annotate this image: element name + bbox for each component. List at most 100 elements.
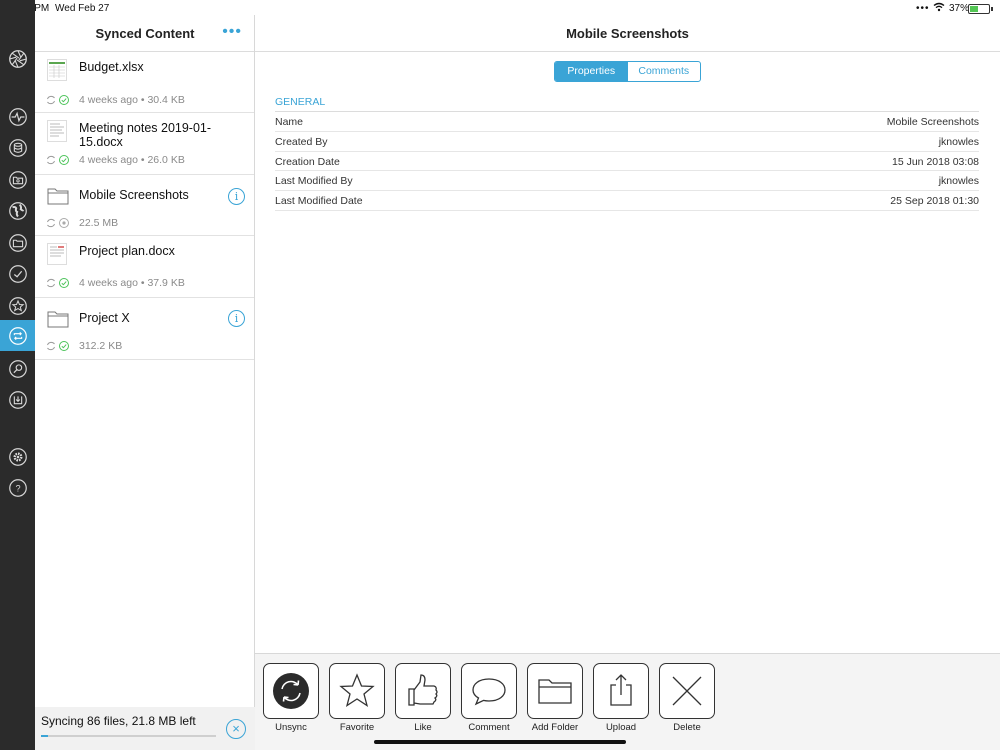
add-folder-label: Add Folder — [531, 722, 579, 733]
item-name: Project plan.docx — [79, 244, 175, 258]
sync-status-icon — [47, 341, 69, 351]
action-toolbar: Unsync Favorite Like Comment Add Folder — [255, 653, 1000, 750]
home-indicator[interactable] — [374, 740, 626, 744]
item-meta: 4 weeks ago • 30.4 KB — [79, 94, 185, 106]
folder-icon — [47, 311, 69, 328]
database-icon[interactable] — [0, 132, 35, 163]
sync-progress-track — [41, 735, 216, 737]
more-options-button[interactable]: ••• — [222, 23, 242, 41]
info-button[interactable]: i — [228, 310, 245, 327]
favorite-label: Favorite — [339, 722, 375, 733]
section-heading: GENERAL — [275, 96, 979, 112]
item-name: Project X — [79, 311, 130, 325]
like-button[interactable]: Like — [395, 663, 451, 733]
sync-icon[interactable] — [0, 320, 35, 351]
info-button[interactable]: i — [228, 188, 245, 205]
document-thumbnail-icon — [47, 243, 67, 265]
activity-icon[interactable] — [0, 101, 35, 132]
status-bar: 7:29 PM Wed Feb 27 ••• 37% — [0, 0, 1000, 16]
property-row: Last Modified By jknowles — [275, 171, 979, 192]
sync-status-icon — [47, 95, 69, 105]
property-key: Creation Date — [275, 155, 340, 168]
sync-progress-fill — [41, 735, 48, 737]
sync-progress-bar: Syncing 86 files, 21.8 MB left × — [35, 707, 255, 750]
properties-table: GENERAL Name Mobile Screenshots Created … — [275, 96, 979, 211]
thumbs-up-icon[interactable] — [395, 663, 451, 719]
star-icon[interactable] — [329, 663, 385, 719]
item-meta: 312.2 KB — [79, 340, 123, 352]
details-header: Mobile Screenshots — [255, 15, 1000, 52]
item-meta: 22.5 MB — [79, 217, 119, 229]
download-icon[interactable] — [0, 384, 35, 415]
details-tabs: Properties Comments — [554, 61, 701, 82]
search-icon[interactable] — [0, 353, 35, 384]
property-key: Last Modified Date — [275, 195, 363, 208]
star-icon[interactable] — [0, 290, 35, 321]
shared-folder-icon[interactable] — [0, 164, 35, 195]
favorite-button[interactable]: Favorite — [329, 663, 385, 733]
delete-button[interactable]: Delete — [659, 663, 715, 733]
item-name: Meeting notes 2019-01-15.docx — [79, 121, 212, 149]
like-label: Like — [414, 722, 432, 733]
delete-label: Delete — [673, 722, 701, 733]
globe-icon[interactable] — [0, 195, 35, 226]
comment-label: Comment — [468, 722, 510, 733]
property-value: Mobile Screenshots — [886, 116, 979, 128]
settings-icon[interactable] — [0, 441, 35, 472]
property-value: 25 Sep 2018 01:30 — [890, 195, 979, 208]
navigation-rail: ? — [0, 0, 35, 750]
folder-icon[interactable] — [0, 227, 35, 258]
item-meta: 4 weeks ago • 37.9 KB — [79, 277, 185, 289]
synced-content-panel: Synced Content ••• Budget.xlsx 4 weeks a… — [35, 15, 255, 750]
property-row: Name Mobile Screenshots — [275, 112, 979, 132]
upload-icon[interactable] — [593, 663, 649, 719]
property-key: Name — [275, 116, 304, 128]
property-key: Created By — [275, 135, 328, 148]
folder-icon — [47, 188, 69, 205]
upload-label: Upload — [605, 722, 637, 733]
property-value: jknowles — [938, 135, 979, 148]
list-item[interactable]: Project X i 312.2 KB — [35, 298, 254, 360]
list-item[interactable]: Mobile Screenshots i 22.5 MB — [35, 175, 254, 236]
delete-icon[interactable] — [659, 663, 715, 719]
property-key: Last Modified By — [275, 175, 353, 188]
tab-comments[interactable]: Comments — [628, 62, 701, 81]
battery-icon — [968, 4, 993, 14]
details-panel: Mobile Screenshots Properties Comments G… — [255, 15, 1000, 750]
document-thumbnail-icon — [47, 120, 67, 142]
comment-icon[interactable] — [461, 663, 517, 719]
list-item[interactable]: Budget.xlsx 4 weeks ago • 30.4 KB — [35, 52, 254, 113]
multitasking-dots: ••• — [916, 3, 930, 14]
comment-button[interactable]: Comment — [461, 663, 517, 733]
property-value: jknowles — [938, 175, 979, 188]
svg-text:?: ? — [15, 483, 20, 493]
synced-content-header: Synced Content ••• — [35, 15, 254, 52]
wifi-icon — [933, 2, 945, 15]
property-row: Created By jknowles — [275, 132, 979, 152]
unsync-icon[interactable] — [263, 663, 319, 719]
unsync-label: Unsync — [275, 722, 307, 733]
item-name: Mobile Screenshots — [79, 188, 189, 202]
spreadsheet-thumbnail-icon — [47, 59, 67, 81]
tab-properties[interactable]: Properties — [555, 62, 628, 81]
unsync-button[interactable]: Unsync — [263, 663, 319, 733]
sync-pending-icon — [47, 218, 69, 228]
status-date: Wed Feb 27 — [55, 3, 110, 14]
battery-percentage: 37% — [949, 3, 970, 14]
property-row: Creation Date 15 Jun 2018 03:08 — [275, 152, 979, 172]
add-folder-button[interactable]: Add Folder — [527, 663, 583, 733]
item-name: Budget.xlsx — [79, 60, 144, 74]
add-folder-icon[interactable] — [527, 663, 583, 719]
details-title: Mobile Screenshots — [566, 26, 689, 41]
checkmark-icon[interactable] — [0, 258, 35, 289]
item-meta: 4 weeks ago • 26.0 KB — [79, 154, 185, 166]
upload-button[interactable]: Upload — [593, 663, 649, 733]
aperture-logo-icon[interactable] — [0, 43, 35, 74]
help-icon[interactable]: ? — [0, 472, 35, 503]
sync-status-icon — [47, 278, 69, 288]
property-row: Last Modified Date 25 Sep 2018 01:30 — [275, 191, 979, 211]
list-item[interactable]: Meeting notes 2019-01-15.docx 4 weeks ag… — [35, 113, 254, 175]
list-item[interactable]: Project plan.docx 4 weeks ago • 37.9 KB — [35, 236, 254, 298]
cancel-sync-button[interactable]: × — [226, 719, 246, 739]
sync-status-icon — [47, 155, 69, 165]
